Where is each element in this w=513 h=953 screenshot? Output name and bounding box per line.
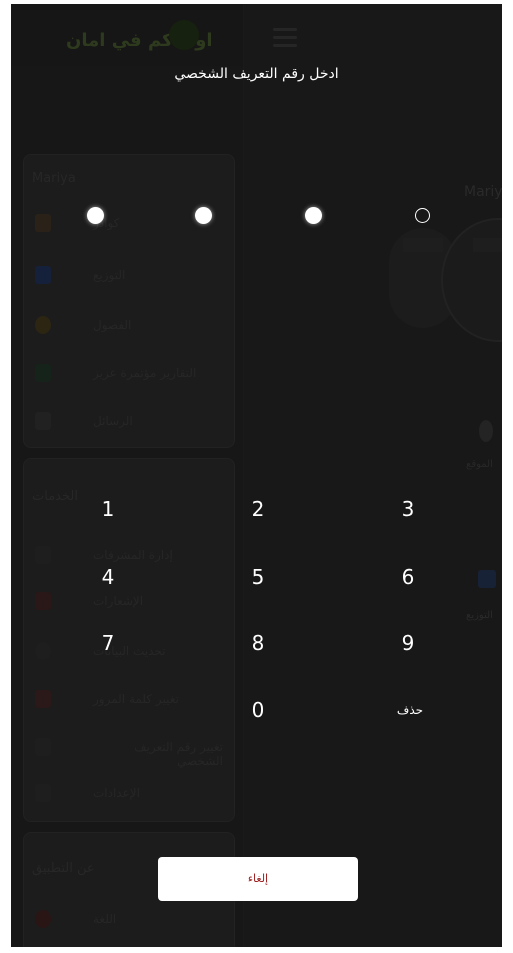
pin-title: ادخل رقم التعريف الشخصي xyxy=(174,66,339,82)
key-6[interactable]: 6 xyxy=(378,557,438,597)
pin-dot-filled xyxy=(195,207,212,224)
pin-dialog: ادخل رقم التعريف الشخصي 1 2 3 4 5 6 7 8 … xyxy=(11,4,502,947)
key-1[interactable]: 1 xyxy=(78,489,138,529)
key-9[interactable]: 9 xyxy=(378,623,438,663)
pin-dot-filled xyxy=(305,207,322,224)
app-frame: اولادكم في امان Mariya كوادر التوزيع الف… xyxy=(11,4,502,947)
key-2[interactable]: 2 xyxy=(228,489,288,529)
key-8[interactable]: 8 xyxy=(228,623,288,663)
key-4[interactable]: 4 xyxy=(78,557,138,597)
key-5[interactable]: 5 xyxy=(228,557,288,597)
pin-dot-empty xyxy=(415,208,430,223)
key-0[interactable]: 0 xyxy=(228,690,288,730)
key-3[interactable]: 3 xyxy=(378,489,438,529)
delete-button[interactable]: حذف xyxy=(380,690,440,730)
pin-dot-filled xyxy=(87,207,104,224)
key-7[interactable]: 7 xyxy=(78,623,138,663)
cancel-button[interactable]: إلغاء xyxy=(158,857,358,901)
